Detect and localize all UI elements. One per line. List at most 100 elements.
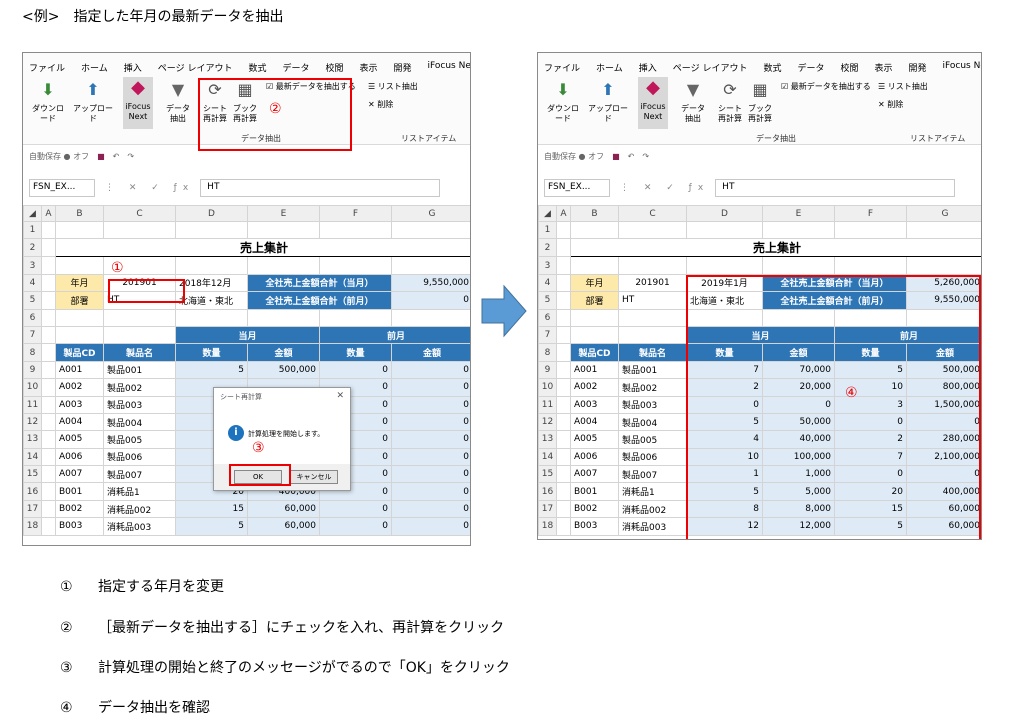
data-extract-button[interactable]: ▼ データ 抽出 — [166, 79, 190, 124]
cell[interactable]: 0 — [391, 465, 470, 484]
row-header[interactable]: 17 — [23, 499, 42, 519]
cell[interactable]: A007 — [570, 465, 619, 484]
cell[interactable] — [556, 499, 571, 519]
cell[interactable] — [556, 447, 571, 467]
cell[interactable] — [41, 395, 56, 414]
cell[interactable]: 製品007 — [103, 465, 176, 484]
cell[interactable]: 消耗品1 — [103, 482, 176, 501]
select-all-corner[interactable]: ◢ — [23, 205, 42, 222]
cell[interactable]: A002 — [570, 378, 619, 397]
select-all-corner[interactable]: ◢ — [538, 205, 557, 222]
row-header[interactable]: 3 — [538, 256, 557, 275]
row-header[interactable]: 11 — [538, 395, 557, 414]
upload-button[interactable]: ⬆ アップロード — [73, 79, 113, 124]
row-header[interactable]: 16 — [538, 482, 557, 501]
cell[interactable]: B002 — [55, 499, 104, 519]
tab-developer[interactable]: 開発 — [909, 61, 927, 74]
cell[interactable]: A003 — [55, 395, 104, 414]
row-header[interactable]: 1 — [23, 220, 42, 240]
cell[interactable] — [556, 430, 571, 449]
save-icon[interactable]: ■ — [97, 152, 105, 161]
row-header[interactable]: 7 — [23, 325, 42, 345]
cell[interactable]: 0 — [762, 395, 835, 414]
row-header[interactable]: 9 — [23, 360, 42, 380]
row-header[interactable]: 3 — [23, 256, 42, 275]
row-header[interactable]: 17 — [538, 499, 557, 519]
cell[interactable]: 8,000 — [762, 499, 835, 519]
cell[interactable]: 消耗品1 — [618, 482, 687, 501]
cell[interactable]: 40,000 — [762, 430, 835, 449]
cell[interactable] — [41, 465, 56, 484]
cell[interactable]: B003 — [570, 517, 619, 536]
col-header[interactable]: A — [556, 205, 571, 222]
cell[interactable]: 4 — [686, 430, 763, 449]
row-header[interactable]: 2 — [23, 238, 42, 258]
row-header[interactable]: 7 — [538, 325, 557, 345]
row-header[interactable]: 11 — [23, 395, 42, 414]
cell[interactable] — [41, 499, 56, 519]
col-header[interactable]: E — [247, 205, 320, 222]
cell[interactable]: A003 — [570, 395, 619, 414]
cell[interactable]: 15 — [834, 499, 907, 519]
col-header[interactable]: B — [55, 205, 104, 222]
row-header[interactable]: 4 — [538, 273, 557, 293]
row-header[interactable]: 5 — [538, 291, 557, 310]
cell[interactable]: 0 — [686, 395, 763, 414]
row-header[interactable]: 14 — [23, 447, 42, 467]
cell[interactable]: 0 — [319, 360, 392, 380]
cell[interactable]: 消耗品003 — [103, 517, 176, 536]
ym-input[interactable]: 201901 — [618, 273, 687, 293]
col-header[interactable]: A — [41, 205, 56, 222]
cell[interactable]: 2 — [686, 378, 763, 397]
book-recalc-button[interactable]: ▦ ブック 再計算 — [746, 79, 774, 124]
cell[interactable]: 60,000 — [247, 517, 320, 536]
undo-icon[interactable]: ↶ — [113, 152, 120, 161]
tab-formulas[interactable]: 数式 — [763, 61, 781, 74]
cell[interactable]: 製品005 — [103, 430, 176, 449]
tab-file[interactable]: ファイル — [29, 61, 65, 74]
cell[interactable]: 70,000 — [762, 360, 835, 380]
cell[interactable]: 12,000 — [762, 517, 835, 536]
undo-icon[interactable]: ↶ — [628, 152, 635, 161]
cell[interactable]: 500,000 — [247, 360, 320, 380]
cell[interactable]: 7 — [834, 447, 907, 467]
tab-page-layout[interactable]: ページ レイアウト — [158, 61, 233, 74]
cell[interactable]: 50,000 — [762, 412, 835, 432]
cell[interactable]: 2,100,000 — [906, 447, 981, 467]
cell[interactable]: A004 — [55, 412, 104, 432]
cell[interactable] — [556, 465, 571, 484]
row-header[interactable]: 15 — [538, 465, 557, 484]
latest-data-checkbox[interactable]: ☑ 最新データを抽出する — [266, 81, 356, 92]
tab-ifocus[interactable]: iFocus Next — [943, 61, 981, 74]
cell[interactable]: A006 — [570, 447, 619, 467]
cell[interactable]: 1 — [686, 465, 763, 484]
cell[interactable]: 0 — [391, 395, 470, 414]
row-header[interactable]: 13 — [538, 430, 557, 449]
cell[interactable]: B001 — [570, 482, 619, 501]
sheet-recalc-button[interactable]: ⟳ シート 再計算 — [716, 79, 744, 124]
cell[interactable]: 0 — [391, 499, 470, 519]
col-header[interactable]: F — [834, 205, 907, 222]
cell[interactable]: 20 — [834, 482, 907, 501]
cell[interactable]: 0 — [391, 482, 470, 501]
cell[interactable] — [41, 378, 56, 397]
cell[interactable]: A001 — [570, 360, 619, 380]
cell[interactable]: 20,000 — [762, 378, 835, 397]
col-header[interactable]: G — [391, 205, 470, 222]
row-header[interactable]: 9 — [538, 360, 557, 380]
cell[interactable]: 10 — [686, 447, 763, 467]
cell[interactable] — [556, 360, 571, 380]
sheet-recalc-button[interactable]: ⟳ シート 再計算 — [201, 79, 229, 124]
tab-review[interactable]: 校閲 — [325, 61, 343, 74]
dialog-close-icon[interactable]: ✕ — [336, 391, 344, 401]
row-header[interactable]: 18 — [538, 517, 557, 536]
delete-button[interactable]: ✕ 削除 — [368, 99, 393, 110]
tab-insert[interactable]: 挿入 — [639, 61, 657, 74]
cell[interactable]: 5 — [834, 360, 907, 380]
cell[interactable]: A005 — [55, 430, 104, 449]
cell[interactable]: 0 — [391, 517, 470, 536]
cell[interactable] — [41, 412, 56, 432]
cell[interactable]: 5 — [834, 517, 907, 536]
tab-ifocus[interactable]: iFocus Next — [428, 61, 470, 74]
tab-review[interactable]: 校閲 — [840, 61, 858, 74]
